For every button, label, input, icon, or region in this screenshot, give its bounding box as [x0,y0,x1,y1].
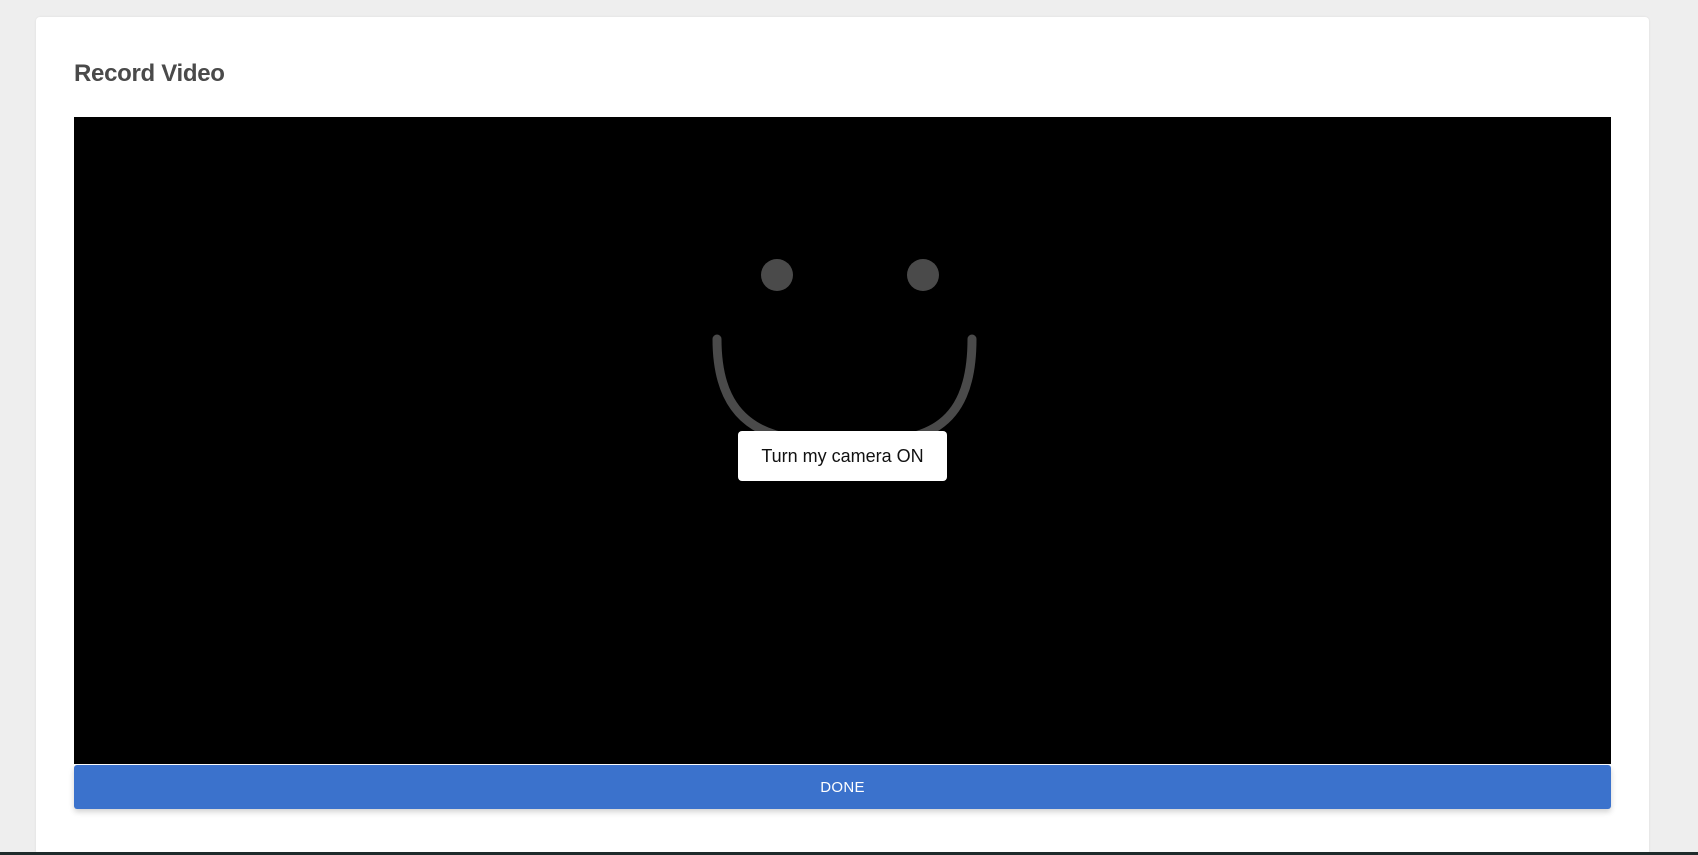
page-title: Record Video [74,60,225,87]
turn-camera-on-button[interactable]: Turn my camera ON [738,431,947,481]
smiley-mouth [712,334,977,449]
smiley-left-eye [761,259,793,291]
video-preview: Turn my camera ON [74,117,1611,764]
record-video-card: Record Video Turn my camera ON DONE [36,17,1649,855]
smiley-right-eye [907,259,939,291]
done-button[interactable]: DONE [74,765,1611,809]
